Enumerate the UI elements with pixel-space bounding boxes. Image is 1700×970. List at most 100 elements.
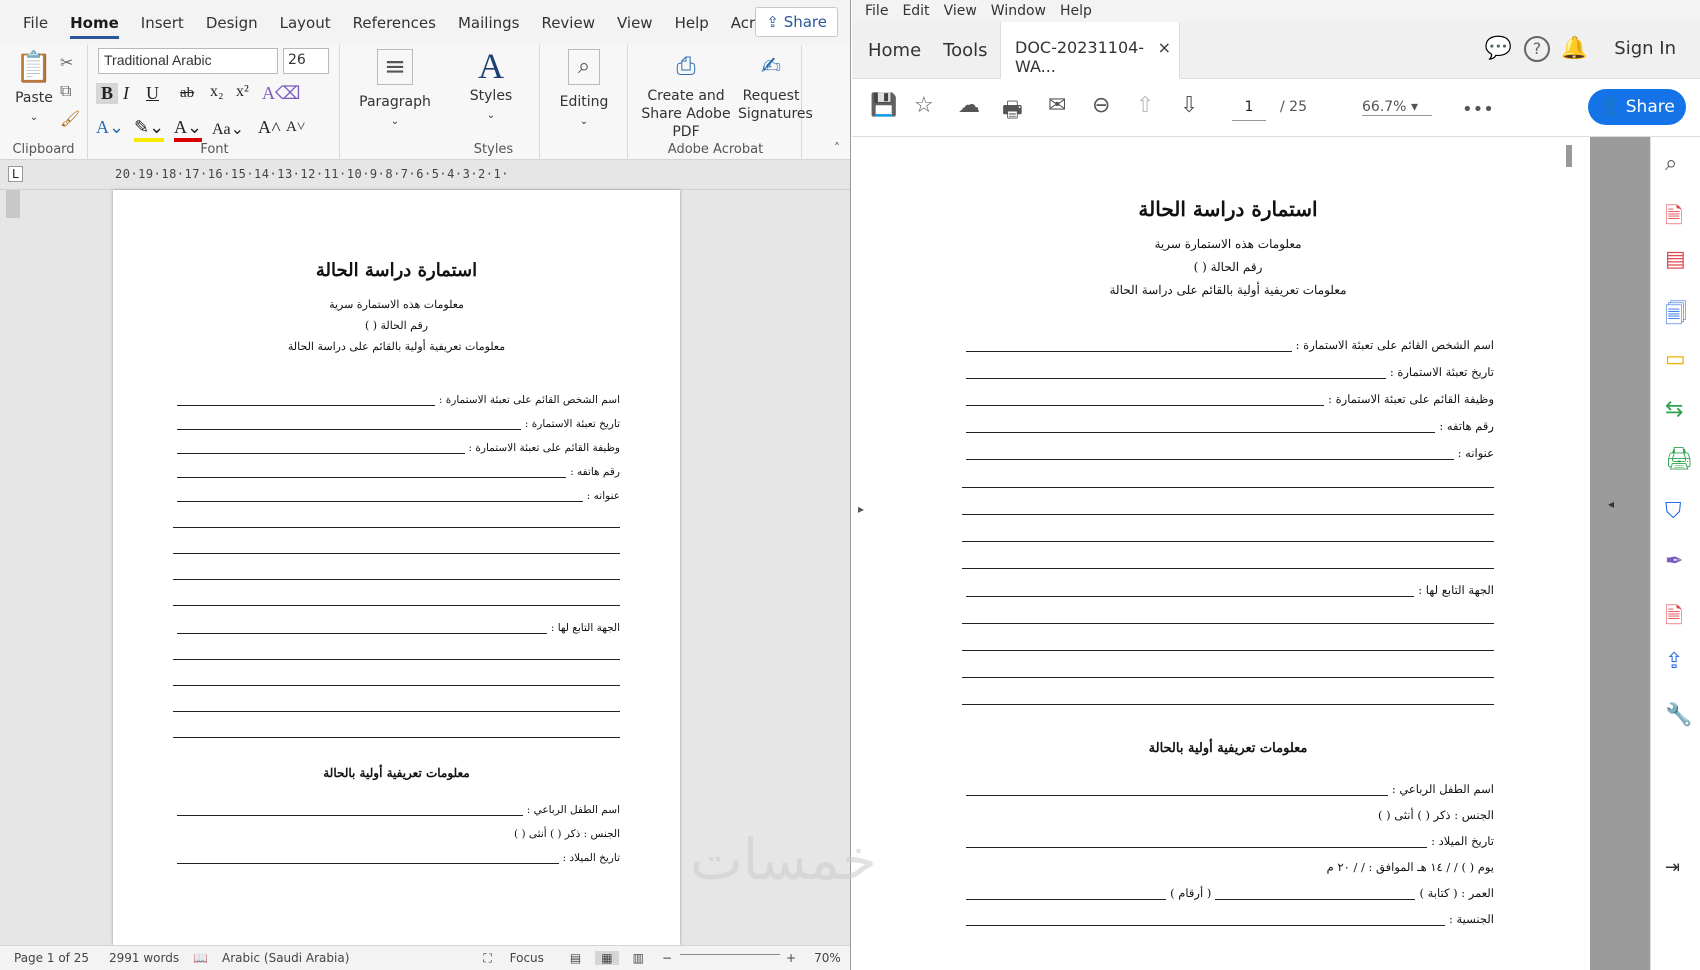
italic-button[interactable]: I (123, 83, 129, 104)
comment-tool-icon[interactable]: ▭ (1665, 347, 1686, 372)
more-tools-icon[interactable]: 🔧 (1665, 703, 1692, 728)
menu-help[interactable]: Help (1060, 3, 1092, 19)
search-icon[interactable]: ⌕ (1665, 151, 1677, 176)
font-name-box[interactable]: Traditional Arabic (98, 48, 278, 74)
tab-layout[interactable]: Layout (280, 14, 331, 32)
export-pdf-icon[interactable]: 🗎 (1665, 599, 1683, 637)
font-color-icon[interactable]: A⌄ (174, 117, 203, 142)
more-icon[interactable]: ••• (1462, 99, 1494, 120)
copy-icon[interactable]: ⧉ (60, 81, 71, 101)
word-count[interactable]: 2991 words (109, 951, 179, 965)
share-file-icon[interactable]: ⇪ (1665, 649, 1683, 674)
scan-icon[interactable]: 🖨 (1665, 447, 1693, 472)
field-row: تاريخ الميلاد : (173, 840, 620, 864)
collapse-right-panel-icon[interactable]: ◂ (1608, 497, 1614, 511)
prev-page-icon[interactable]: ⇧ (1136, 93, 1154, 118)
shrink-font-icon[interactable]: A˅ (286, 119, 305, 136)
compare-icon[interactable]: ⇆ (1665, 397, 1683, 422)
tab-stop-selector-icon[interactable]: L (8, 166, 23, 182)
page-total: / 25 (1280, 99, 1307, 115)
page-number-input[interactable]: 1 (1232, 99, 1266, 121)
underline-button[interactable]: U (146, 83, 159, 104)
zoom-icon[interactable]: ⊖ (1092, 93, 1110, 118)
change-case-icon[interactable]: Aa⌄ (212, 119, 244, 139)
document-tab[interactable]: DOC-20231104-WA... × (1000, 22, 1180, 79)
scroll-thumb[interactable] (6, 190, 20, 218)
word-share-button[interactable]: ⇪ Share (755, 7, 838, 37)
bell-icon[interactable]: 🔔 (1561, 36, 1588, 61)
create-share-pdf-button[interactable]: ⎙ Create and Share Adobe PDF (634, 49, 738, 141)
zoom-level[interactable]: 70% (814, 951, 841, 965)
print-layout-icon[interactable]: ▦ (595, 951, 619, 965)
field-row: اسم الشخص القائم على تعبئة الاستمارة : (962, 325, 1494, 353)
request-signatures-button[interactable]: ✍ Request Signatures (738, 49, 813, 123)
tab-mailings[interactable]: Mailings (458, 14, 519, 32)
superscript-button[interactable]: x² (236, 83, 249, 101)
bold-button[interactable]: B (96, 83, 119, 104)
expand-left-panel-icon[interactable]: ▸ (858, 502, 864, 516)
menu-window[interactable]: Window (991, 3, 1046, 19)
tab-home[interactable]: Home (70, 14, 119, 39)
word-ribbon-tabs: File Home Insert Design Layout Reference… (0, 0, 850, 45)
edit-pdf-icon[interactable]: 🗐 (1665, 297, 1687, 335)
fill-sign-icon[interactable]: ✒ (1665, 549, 1683, 574)
menu-edit[interactable]: Edit (902, 3, 929, 19)
vertical-scrollbar[interactable] (1554, 137, 1590, 970)
styles-button[interactable]: A Styles ⌄ (456, 48, 526, 125)
print-icon[interactable]: 🖶 (1002, 93, 1023, 131)
comment-icon[interactable]: 💬 (1485, 36, 1512, 61)
zoom-out-icon[interactable]: − (662, 951, 672, 965)
upload-cloud-icon[interactable]: ☁ (958, 93, 980, 118)
clear-formatting-icon[interactable]: A⌫ (262, 83, 300, 104)
font-size-box[interactable]: 26 (283, 48, 329, 74)
expand-panel-icon[interactable]: ⇥ (1665, 857, 1680, 878)
paragraph-button[interactable]: ≡ Paragraph ⌄ (350, 49, 440, 131)
tab-file[interactable]: File (23, 14, 48, 32)
collapse-ribbon-icon[interactable]: ˄ (834, 141, 840, 155)
group-label-font: Font (200, 142, 229, 157)
subscript-button[interactable]: x₂ (210, 83, 224, 101)
paste-button[interactable]: 📋 Paste ⌄ (12, 51, 56, 127)
tab-view[interactable]: View (617, 14, 653, 32)
highlight-icon[interactable]: ✎⌄ (134, 117, 165, 142)
page-count[interactable]: Page 1 of 25 (14, 951, 89, 965)
protect-shield-icon[interactable]: ⛉ (1665, 499, 1682, 524)
zoom-slider[interactable] (680, 953, 780, 955)
paragraph-icon: ≡ (377, 49, 413, 85)
tab-tools[interactable]: Tools (943, 40, 987, 61)
tab-design[interactable]: Design (206, 14, 258, 32)
group-label-clipboard: Clipboard (12, 142, 75, 157)
grow-font-icon[interactable]: A˄ (258, 117, 281, 138)
acrobat-share-button[interactable]: 👤 Share (1588, 89, 1686, 125)
email-icon[interactable]: ✉ (1048, 93, 1066, 118)
language-indicator[interactable]: Arabic (Saudi Arabia) (222, 951, 349, 965)
menu-file[interactable]: File (865, 3, 888, 19)
tab-references[interactable]: References (353, 14, 436, 32)
save-icon[interactable]: 💾 (870, 93, 897, 118)
zoom-in-icon[interactable]: + (786, 951, 796, 965)
proofing-icon[interactable]: 📖 (193, 951, 208, 965)
cut-icon[interactable]: ✂ (60, 53, 73, 72)
tab-home[interactable]: Home (868, 40, 921, 61)
text-effects-icon[interactable]: A⌄ (96, 117, 124, 138)
tab-help[interactable]: Help (675, 14, 709, 32)
strikethrough-button[interactable]: ab (180, 85, 194, 102)
next-page-icon[interactable]: ⇩ (1180, 93, 1198, 118)
star-icon[interactable]: ☆ (914, 93, 934, 118)
doc-line-2: رقم الحالة ( ) (1193, 259, 1263, 274)
menu-view[interactable]: View (944, 3, 977, 19)
tab-review[interactable]: Review (541, 14, 595, 32)
editing-button[interactable]: ⌕ Editing ⌄ (548, 49, 620, 131)
organize-pages-icon[interactable]: ▤ (1665, 247, 1686, 272)
create-pdf-icon[interactable]: 🗎 (1665, 199, 1683, 237)
web-layout-icon[interactable]: ▥ (633, 951, 644, 965)
read-mode-icon[interactable]: ▤ (570, 951, 581, 965)
scroll-thumb[interactable] (1566, 145, 1572, 167)
zoom-input[interactable]: 66.7% ▾ (1362, 99, 1432, 116)
help-icon[interactable]: ? (1524, 36, 1550, 62)
tab-insert[interactable]: Insert (141, 14, 184, 32)
format-painter-icon[interactable]: 🖌 (60, 109, 80, 128)
sign-in-button[interactable]: Sign In (1614, 38, 1676, 59)
focus-button[interactable]: ⛶ Focus (469, 951, 544, 966)
close-icon[interactable]: × (1158, 38, 1171, 57)
